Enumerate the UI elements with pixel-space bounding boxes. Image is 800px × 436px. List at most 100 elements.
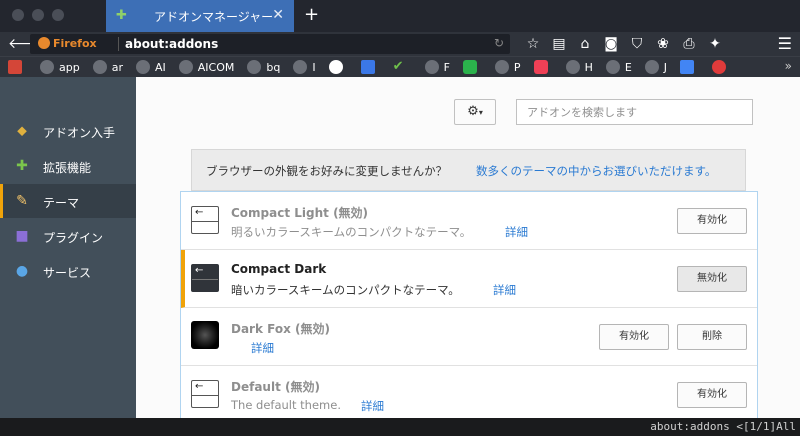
status-bar: about:addons <[1/1]All [0, 418, 800, 436]
bookmark-gmail[interactable] [8, 60, 27, 74]
theme-row-compact-dark: ← Compact Dark 暗いカラースキームのコンパクトなテーマ。 詳細 無… [181, 250, 757, 308]
bookmark-calendar[interactable] [360, 60, 380, 74]
close-window-button[interactable] [12, 9, 24, 21]
tools-menu-button[interactable]: ⚙▾ [454, 99, 496, 125]
theme-name: Compact Light (無効) [231, 206, 369, 220]
close-icon[interactable]: ✕ [272, 7, 284, 23]
theme-desc: 暗いカラースキームのコンパクトなテーマ。 [231, 283, 460, 297]
more-link[interactable]: 詳細 [251, 340, 274, 356]
sidebar-item-themes[interactable]: ✎ テーマ [0, 184, 136, 218]
sidebar-item-label: サービス [43, 266, 92, 280]
puzzle-get-icon: ⬥ [17, 123, 27, 139]
bookmark-item[interactable]: I [293, 60, 316, 74]
search-input[interactable] [516, 99, 753, 125]
star-icon[interactable]: ☆ [520, 34, 546, 54]
bookmark-item[interactable]: AI [135, 60, 166, 74]
bookmark-label: E [624, 60, 632, 74]
extension-icon[interactable]: ✦ [702, 34, 728, 54]
bookmark-google[interactable] [328, 60, 348, 74]
minimize-window-button[interactable] [32, 9, 44, 21]
tab-addons[interactable]: ✚ アドオンマネージャー ✕ [106, 0, 294, 32]
bookmark-item[interactable]: F [424, 60, 450, 74]
pocket-icon[interactable]: ◙ [598, 34, 624, 54]
globe-icon [424, 60, 439, 74]
globe-icon [605, 60, 620, 74]
new-tab-button[interactable]: + [304, 4, 319, 25]
bookmark-item[interactable]: E [605, 60, 632, 74]
sidebar-item-get-addons[interactable]: ⬥ アドオン入手 [0, 114, 136, 148]
tab-title: アドオンマネージャー [154, 10, 274, 24]
gear-icon: ⚙ [467, 104, 479, 119]
theme-name: Dark Fox (無効) [231, 322, 330, 336]
evernote-icon[interactable]: ❀ [650, 34, 676, 54]
globe-icon [92, 60, 107, 74]
more-link[interactable]: 詳細 [505, 224, 528, 240]
enable-button[interactable]: 有効化 [677, 382, 747, 408]
bookmark-item[interactable]: P [494, 60, 521, 74]
bookmark-item[interactable]: app [40, 60, 80, 74]
theme-window-icon: ← [191, 380, 219, 408]
bookmark-label: bq [266, 60, 281, 74]
hamburger-menu-icon[interactable]: ☰ [778, 34, 792, 53]
bookmark-red[interactable] [712, 60, 731, 74]
pocket-icon [533, 60, 548, 74]
bookmark-item[interactable]: bq [247, 60, 280, 74]
enable-button[interactable]: 有効化 [599, 324, 669, 350]
theme-row-compact-light: ← Compact Light (無効) 明るいカラースキームのコンパクトなテー… [181, 192, 757, 250]
plugin-icon: ■ [15, 228, 29, 244]
sidebar-item-label: 拡張機能 [43, 161, 92, 175]
translate-icon [680, 60, 695, 74]
reload-icon[interactable]: ↻ [494, 36, 504, 50]
puzzle-icon: ✚ [16, 158, 28, 174]
shield-icon[interactable]: ⛉ [624, 34, 650, 54]
remove-button[interactable]: 削除 [677, 324, 747, 350]
sidebar-item-extensions[interactable]: ✚ 拡張機能 [0, 149, 136, 183]
sidebar-item-label: テーマ [43, 196, 80, 210]
banner-link[interactable]: 数多くのテーマの中からお選びいただけます。 [476, 163, 716, 179]
feedly-icon [462, 60, 477, 74]
firefox-logo-icon [38, 37, 50, 49]
url-text[interactable]: about:addons [125, 37, 218, 51]
bookmark-check[interactable]: ✔ [393, 60, 412, 74]
maximize-window-button[interactable] [52, 9, 64, 21]
nav-bar: 🡐 Firefox about:addons ↻ ☆ ▤ ⌂ ◙ ⛉ ❀ ⎙ ✦… [0, 32, 800, 56]
home-icon[interactable]: ⌂ [572, 34, 598, 54]
bookmark-item[interactable]: AICOM [178, 60, 234, 74]
bookmark-pocket[interactable] [533, 60, 553, 74]
sidebar: ⬥ アドオン入手 ✚ 拡張機能 ✎ テーマ ■ プラグイン ● サービス [0, 77, 136, 418]
bookmark-translate[interactable] [680, 60, 699, 74]
print-icon[interactable]: ⎙ [676, 34, 702, 54]
bookmark-label: F [443, 60, 450, 74]
bookmark-item[interactable]: ar [92, 60, 123, 74]
theme-window-icon: ← [191, 264, 219, 292]
red-icon [712, 60, 727, 74]
globe-icon [565, 60, 580, 74]
sidebar-item-services[interactable]: ● サービス [0, 254, 136, 288]
theme-name: Default (無効) [231, 380, 320, 394]
theme-window-icon: ← [191, 206, 219, 234]
theme-desc: 明るいカラースキームのコンパクトなテーマ。 [231, 225, 472, 239]
more-link[interactable]: 詳細 [361, 398, 384, 414]
puzzle-icon: ✚ [116, 8, 127, 23]
sidebar-item-plugins[interactable]: ■ プラグイン [0, 219, 136, 253]
bookmark-item[interactable]: J [644, 60, 667, 74]
enable-button[interactable]: 有効化 [677, 208, 747, 234]
chat-icon: ● [15, 263, 29, 279]
bookmark-label: P [513, 60, 521, 74]
bookmark-feedly[interactable] [462, 60, 482, 74]
palette-icon: ✎ [16, 193, 28, 209]
status-text: about:addons <[1/1]All [650, 420, 796, 433]
bookmarks-bar: app ar AI AICOM bq I ✔ F P H E J » [0, 56, 800, 77]
globe-icon [494, 60, 509, 74]
disable-button[interactable]: 無効化 [677, 266, 747, 292]
sidebar-item-label: アドオン入手 [43, 126, 116, 140]
globe-icon [40, 60, 54, 74]
google-icon [328, 60, 343, 74]
chevron-right-icon[interactable]: » [785, 59, 792, 73]
toolbar-icons: ☆ ▤ ⌂ ◙ ⛉ ❀ ⎙ ✦ [520, 34, 728, 54]
url-bar[interactable]: Firefox about:addons ↻ [30, 34, 510, 54]
bookmark-item[interactable]: H [565, 60, 593, 74]
gmail-icon [8, 60, 22, 74]
more-link[interactable]: 詳細 [493, 282, 516, 298]
reader-icon[interactable]: ▤ [546, 34, 572, 54]
